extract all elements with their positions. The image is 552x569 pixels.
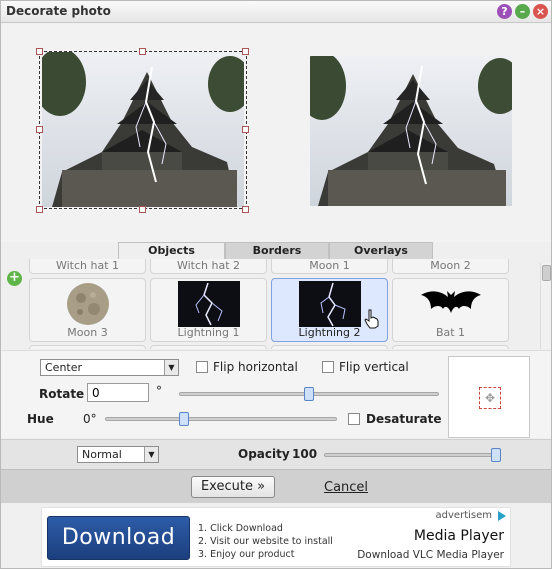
advertisement-area: Download 1. Click Download 2. Visit our … (1, 504, 551, 568)
gallery-item-label: Witch hat 2 (176, 259, 241, 272)
lightning-icon (177, 281, 240, 327)
help-icon[interactable]: ? (497, 4, 512, 19)
flip-horizontal-checkbox[interactable] (196, 361, 208, 373)
position-select-value: Center (45, 361, 83, 374)
gallery-item[interactable] (29, 345, 146, 349)
action-bar: Execute » Cancel (1, 469, 551, 503)
gallery-item-label: Witch hat 1 (55, 259, 120, 272)
blend-mode-value: Normal (82, 448, 122, 461)
gallery-item[interactable] (150, 345, 267, 349)
advertisement-banner[interactable]: Download 1. Click Download 2. Visit our … (41, 507, 511, 567)
object-selection-box[interactable] (39, 51, 247, 209)
ad-step: 1. Click Download (198, 523, 283, 534)
resize-handle[interactable] (36, 206, 43, 213)
ad-tag: advertisem (435, 510, 492, 521)
resize-handle[interactable] (36, 126, 43, 133)
object-gallery: Witch hat 1 Witch hat 2 Moon 1 Moon 2 Mo… (29, 259, 541, 349)
ad-step: 2. Visit our website to install (198, 536, 333, 547)
rotate-label: Rotate (39, 387, 85, 401)
ad-step: 3. Enjoy our product (198, 549, 295, 560)
degree-unit: ° (156, 384, 162, 398)
desaturate-checkbox[interactable] (348, 413, 360, 425)
minimize-icon[interactable]: – (515, 4, 530, 19)
preview-area (1, 24, 551, 242)
hue-label: Hue (27, 412, 54, 426)
chevron-down-icon: ▼ (164, 360, 178, 375)
gallery-item-moon-2[interactable]: Moon 2 (392, 259, 509, 274)
tab-overlays[interactable]: Overlays (329, 242, 433, 259)
title-bar: Decorate photo ? – × (1, 1, 551, 23)
gallery-item-bat-1[interactable]: Bat 1 (392, 278, 509, 342)
anchor-position-box[interactable]: ✥ (448, 356, 530, 438)
gallery-scrollbar[interactable] (540, 263, 551, 349)
desaturate-label: Desaturate (366, 412, 442, 426)
close-icon[interactable]: × (533, 4, 548, 19)
flip-vertical-checkbox[interactable] (322, 361, 334, 373)
resize-handle[interactable] (242, 126, 249, 133)
lightning-icon (298, 281, 361, 327)
ad-title: Media Player (413, 528, 504, 544)
hue-slider-handle[interactable] (178, 412, 189, 426)
result-photo (310, 56, 512, 206)
blend-mode-select[interactable]: Normal ▼ (77, 446, 159, 463)
tab-borders[interactable]: Borders (225, 242, 329, 259)
hue-value: 0° (83, 412, 97, 426)
resize-handle[interactable] (242, 206, 249, 213)
gallery-item-label: Moon 1 (309, 259, 350, 272)
gallery-item-lightning-2[interactable]: Lightning 2 (271, 278, 388, 342)
bat-icon (420, 291, 481, 313)
ad-subtitle: Download VLC Media Player (357, 549, 504, 561)
opacity-label: Opacity (238, 447, 290, 461)
ad-choices-icon[interactable] (498, 511, 506, 521)
tab-objects[interactable]: Objects (118, 242, 225, 259)
decorate-photo-dialog: Decorate photo ? – × Objects Borders Ove… (0, 0, 552, 569)
gallery-item[interactable] (271, 345, 388, 349)
hue-slider[interactable] (105, 417, 337, 421)
gallery-item-label: Lightning 2 (298, 326, 361, 339)
opacity-slider[interactable] (324, 453, 496, 457)
chevron-down-icon: ▼ (144, 447, 158, 462)
gallery-item-moon-3[interactable]: Moon 3 (29, 278, 146, 342)
opacity-slider-handle[interactable] (491, 448, 501, 462)
rotate-slider-handle[interactable] (304, 387, 314, 401)
resize-handle[interactable] (139, 48, 146, 55)
gallery-scroll-thumb[interactable] (542, 265, 551, 281)
cancel-link[interactable]: Cancel (324, 480, 368, 495)
gallery-item-label: Bat 1 (435, 326, 466, 339)
flip-vertical-label: Flip vertical (339, 360, 409, 374)
gallery-item-witch-hat-1[interactable]: Witch hat 1 (29, 259, 146, 274)
gallery-item-label: Moon 2 (430, 259, 471, 272)
gallery-item-lightning-1[interactable]: Lightning 1 (150, 278, 267, 342)
blend-row: Normal ▼ Opacity 100 (1, 439, 551, 469)
move-icon[interactable]: ✥ (479, 387, 501, 409)
position-select[interactable]: Center ▼ (40, 359, 179, 376)
gallery-item[interactable] (392, 345, 509, 349)
dialog-title: Decorate photo (6, 4, 111, 18)
gallery-item-moon-1[interactable]: Moon 1 (271, 259, 388, 274)
gallery-item-label: Moon 3 (67, 326, 108, 339)
add-decoration-icon[interactable]: + (7, 271, 22, 286)
ad-download-button[interactable]: Download (47, 516, 190, 560)
opacity-value: 100 (292, 447, 318, 461)
resize-handle[interactable] (242, 48, 249, 55)
moon-icon (66, 283, 109, 325)
rotate-input[interactable] (87, 383, 149, 402)
resize-handle[interactable] (139, 206, 146, 213)
gallery-item-witch-hat-2[interactable]: Witch hat 2 (150, 259, 267, 274)
object-controls: Center ▼ Flip horizontal Flip vertical R… (1, 350, 551, 438)
gallery-item-label: Lightning 1 (177, 326, 240, 339)
execute-button[interactable]: Execute » (191, 476, 275, 498)
resize-handle[interactable] (36, 48, 43, 55)
flip-horizontal-label: Flip horizontal (213, 360, 298, 374)
